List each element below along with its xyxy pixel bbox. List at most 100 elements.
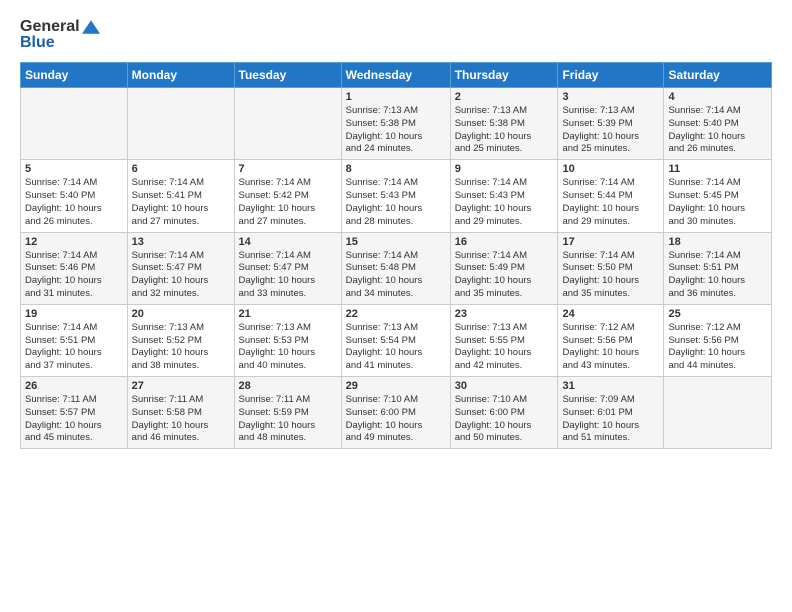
day-number: 18	[668, 236, 767, 248]
day-info: Sunrise: 7:14 AM Sunset: 5:45 PM Dayligh…	[668, 177, 767, 228]
week-row-2: 5 Sunrise: 7:14 AM Sunset: 5:40 PM Daylig…	[21, 160, 772, 232]
day-info: Sunrise: 7:11 AM Sunset: 5:57 PM Dayligh…	[25, 394, 123, 445]
day-cell: 16 Sunrise: 7:14 AM Sunset: 5:49 PM Dayli…	[450, 232, 558, 304]
day-info: Sunrise: 7:14 AM Sunset: 5:47 PM Dayligh…	[132, 250, 230, 301]
week-row-1: 1 Sunrise: 7:13 AM Sunset: 5:38 PM Daylig…	[21, 88, 772, 160]
day-info: Sunrise: 7:14 AM Sunset: 5:42 PM Dayligh…	[239, 177, 337, 228]
day-number: 27	[132, 380, 230, 392]
day-cell: 15 Sunrise: 7:14 AM Sunset: 5:48 PM Dayli…	[341, 232, 450, 304]
day-cell: 23 Sunrise: 7:13 AM Sunset: 5:55 PM Dayli…	[450, 304, 558, 376]
day-cell: 1 Sunrise: 7:13 AM Sunset: 5:38 PM Daylig…	[341, 88, 450, 160]
day-cell: 6 Sunrise: 7:14 AM Sunset: 5:41 PM Daylig…	[127, 160, 234, 232]
logo-blue-text: Blue	[20, 34, 100, 52]
page: General Blue SundayMondayTuesdayWednesda…	[0, 0, 792, 459]
day-number: 17	[562, 236, 659, 248]
day-cell: 22 Sunrise: 7:13 AM Sunset: 5:54 PM Dayli…	[341, 304, 450, 376]
calendar: SundayMondayTuesdayWednesdayThursdayFrid…	[20, 62, 772, 449]
day-cell: 3 Sunrise: 7:13 AM Sunset: 5:39 PM Daylig…	[558, 88, 664, 160]
day-number: 31	[562, 380, 659, 392]
day-number: 6	[132, 163, 230, 175]
day-cell: 19 Sunrise: 7:14 AM Sunset: 5:51 PM Dayli…	[21, 304, 128, 376]
col-header-saturday: Saturday	[664, 63, 772, 88]
day-number: 23	[455, 308, 554, 320]
calendar-header-row: SundayMondayTuesdayWednesdayThursdayFrid…	[21, 63, 772, 88]
logo-icon	[82, 18, 100, 36]
day-number: 26	[25, 380, 123, 392]
day-number: 8	[346, 163, 446, 175]
day-info: Sunrise: 7:14 AM Sunset: 5:51 PM Dayligh…	[25, 322, 123, 373]
day-cell: 20Sunrise: 7:13 AM Sunset: 5:52 PM Dayli…	[127, 304, 234, 376]
day-info: Sunrise: 7:12 AM Sunset: 5:56 PM Dayligh…	[562, 322, 659, 373]
day-number: 15	[346, 236, 446, 248]
day-cell: 26 Sunrise: 7:11 AM Sunset: 5:57 PM Dayli…	[21, 377, 128, 449]
day-cell: 13 Sunrise: 7:14 AM Sunset: 5:47 PM Dayli…	[127, 232, 234, 304]
day-info: Sunrise: 7:13 AM Sunset: 5:39 PM Dayligh…	[562, 105, 659, 156]
day-number: 1	[346, 91, 446, 103]
day-number: 4	[668, 91, 767, 103]
day-number: 5	[25, 163, 123, 175]
day-number: 13	[132, 236, 230, 248]
day-cell: 14 Sunrise: 7:14 AM Sunset: 5:47 PM Dayli…	[234, 232, 341, 304]
day-cell: 12 Sunrise: 7:14 AM Sunset: 5:46 PM Dayli…	[21, 232, 128, 304]
day-cell: 27 Sunrise: 7:11 AM Sunset: 5:58 PM Dayli…	[127, 377, 234, 449]
day-number: 16	[455, 236, 554, 248]
col-header-friday: Friday	[558, 63, 664, 88]
day-number: 10	[562, 163, 659, 175]
day-number: 25	[668, 308, 767, 320]
day-number: 14	[239, 236, 337, 248]
logo: General Blue	[20, 18, 100, 52]
day-info: Sunrise: 7:13 AM Sunset: 5:52 PM Dayligh…	[132, 322, 230, 373]
week-row-4: 19 Sunrise: 7:14 AM Sunset: 5:51 PM Dayli…	[21, 304, 772, 376]
day-number: 22	[346, 308, 446, 320]
day-info: Sunrise: 7:13 AM Sunset: 5:38 PM Dayligh…	[346, 105, 446, 156]
day-number: 30	[455, 380, 554, 392]
day-number: 9	[455, 163, 554, 175]
day-info: Sunrise: 7:14 AM Sunset: 5:46 PM Dayligh…	[25, 250, 123, 301]
day-info: Sunrise: 7:14 AM Sunset: 5:40 PM Dayligh…	[668, 105, 767, 156]
col-header-wednesday: Wednesday	[341, 63, 450, 88]
day-info: Sunrise: 7:11 AM Sunset: 5:59 PM Dayligh…	[239, 394, 337, 445]
day-info: Sunrise: 7:11 AM Sunset: 5:58 PM Dayligh…	[132, 394, 230, 445]
day-info: Sunrise: 7:10 AM Sunset: 6:00 PM Dayligh…	[346, 394, 446, 445]
day-info: Sunrise: 7:13 AM Sunset: 5:55 PM Dayligh…	[455, 322, 554, 373]
day-info: Sunrise: 7:14 AM Sunset: 5:43 PM Dayligh…	[455, 177, 554, 228]
day-cell: 7 Sunrise: 7:14 AM Sunset: 5:42 PM Daylig…	[234, 160, 341, 232]
day-number: 19	[25, 308, 123, 320]
day-cell	[127, 88, 234, 160]
day-info: Sunrise: 7:14 AM Sunset: 5:40 PM Dayligh…	[25, 177, 123, 228]
day-number: 21	[239, 308, 337, 320]
day-cell: 10 Sunrise: 7:14 AM Sunset: 5:44 PM Dayli…	[558, 160, 664, 232]
day-cell: 28 Sunrise: 7:11 AM Sunset: 5:59 PM Dayli…	[234, 377, 341, 449]
day-info: Sunrise: 7:14 AM Sunset: 5:44 PM Dayligh…	[562, 177, 659, 228]
col-header-monday: Monday	[127, 63, 234, 88]
day-cell: 21 Sunrise: 7:13 AM Sunset: 5:53 PM Dayli…	[234, 304, 341, 376]
day-info: Sunrise: 7:14 AM Sunset: 5:41 PM Dayligh…	[132, 177, 230, 228]
day-info: Sunrise: 7:12 AM Sunset: 5:56 PM Dayligh…	[668, 322, 767, 373]
day-info: Sunrise: 7:13 AM Sunset: 5:53 PM Dayligh…	[239, 322, 337, 373]
day-cell: 9 Sunrise: 7:14 AM Sunset: 5:43 PM Daylig…	[450, 160, 558, 232]
day-number: 11	[668, 163, 767, 175]
day-cell	[21, 88, 128, 160]
col-header-tuesday: Tuesday	[234, 63, 341, 88]
col-header-sunday: Sunday	[21, 63, 128, 88]
day-info: Sunrise: 7:13 AM Sunset: 5:54 PM Dayligh…	[346, 322, 446, 373]
day-info: Sunrise: 7:14 AM Sunset: 5:47 PM Dayligh…	[239, 250, 337, 301]
day-info: Sunrise: 7:14 AM Sunset: 5:43 PM Dayligh…	[346, 177, 446, 228]
day-cell: 2Sunrise: 7:13 AM Sunset: 5:38 PM Daylig…	[450, 88, 558, 160]
day-info: Sunrise: 7:14 AM Sunset: 5:49 PM Dayligh…	[455, 250, 554, 301]
day-number: 7	[239, 163, 337, 175]
day-cell: 25 Sunrise: 7:12 AM Sunset: 5:56 PM Dayli…	[664, 304, 772, 376]
day-cell: 11 Sunrise: 7:14 AM Sunset: 5:45 PM Dayli…	[664, 160, 772, 232]
day-number: 28	[239, 380, 337, 392]
day-number: 12	[25, 236, 123, 248]
day-cell: 29Sunrise: 7:10 AM Sunset: 6:00 PM Dayli…	[341, 377, 450, 449]
day-info: Sunrise: 7:09 AM Sunset: 6:01 PM Dayligh…	[562, 394, 659, 445]
day-info: Sunrise: 7:14 AM Sunset: 5:48 PM Dayligh…	[346, 250, 446, 301]
day-cell: 17Sunrise: 7:14 AM Sunset: 5:50 PM Dayli…	[558, 232, 664, 304]
col-header-thursday: Thursday	[450, 63, 558, 88]
day-number: 2	[455, 91, 554, 103]
day-cell: 5 Sunrise: 7:14 AM Sunset: 5:40 PM Daylig…	[21, 160, 128, 232]
day-number: 3	[562, 91, 659, 103]
day-info: Sunrise: 7:10 AM Sunset: 6:00 PM Dayligh…	[455, 394, 554, 445]
day-info: Sunrise: 7:14 AM Sunset: 5:51 PM Dayligh…	[668, 250, 767, 301]
